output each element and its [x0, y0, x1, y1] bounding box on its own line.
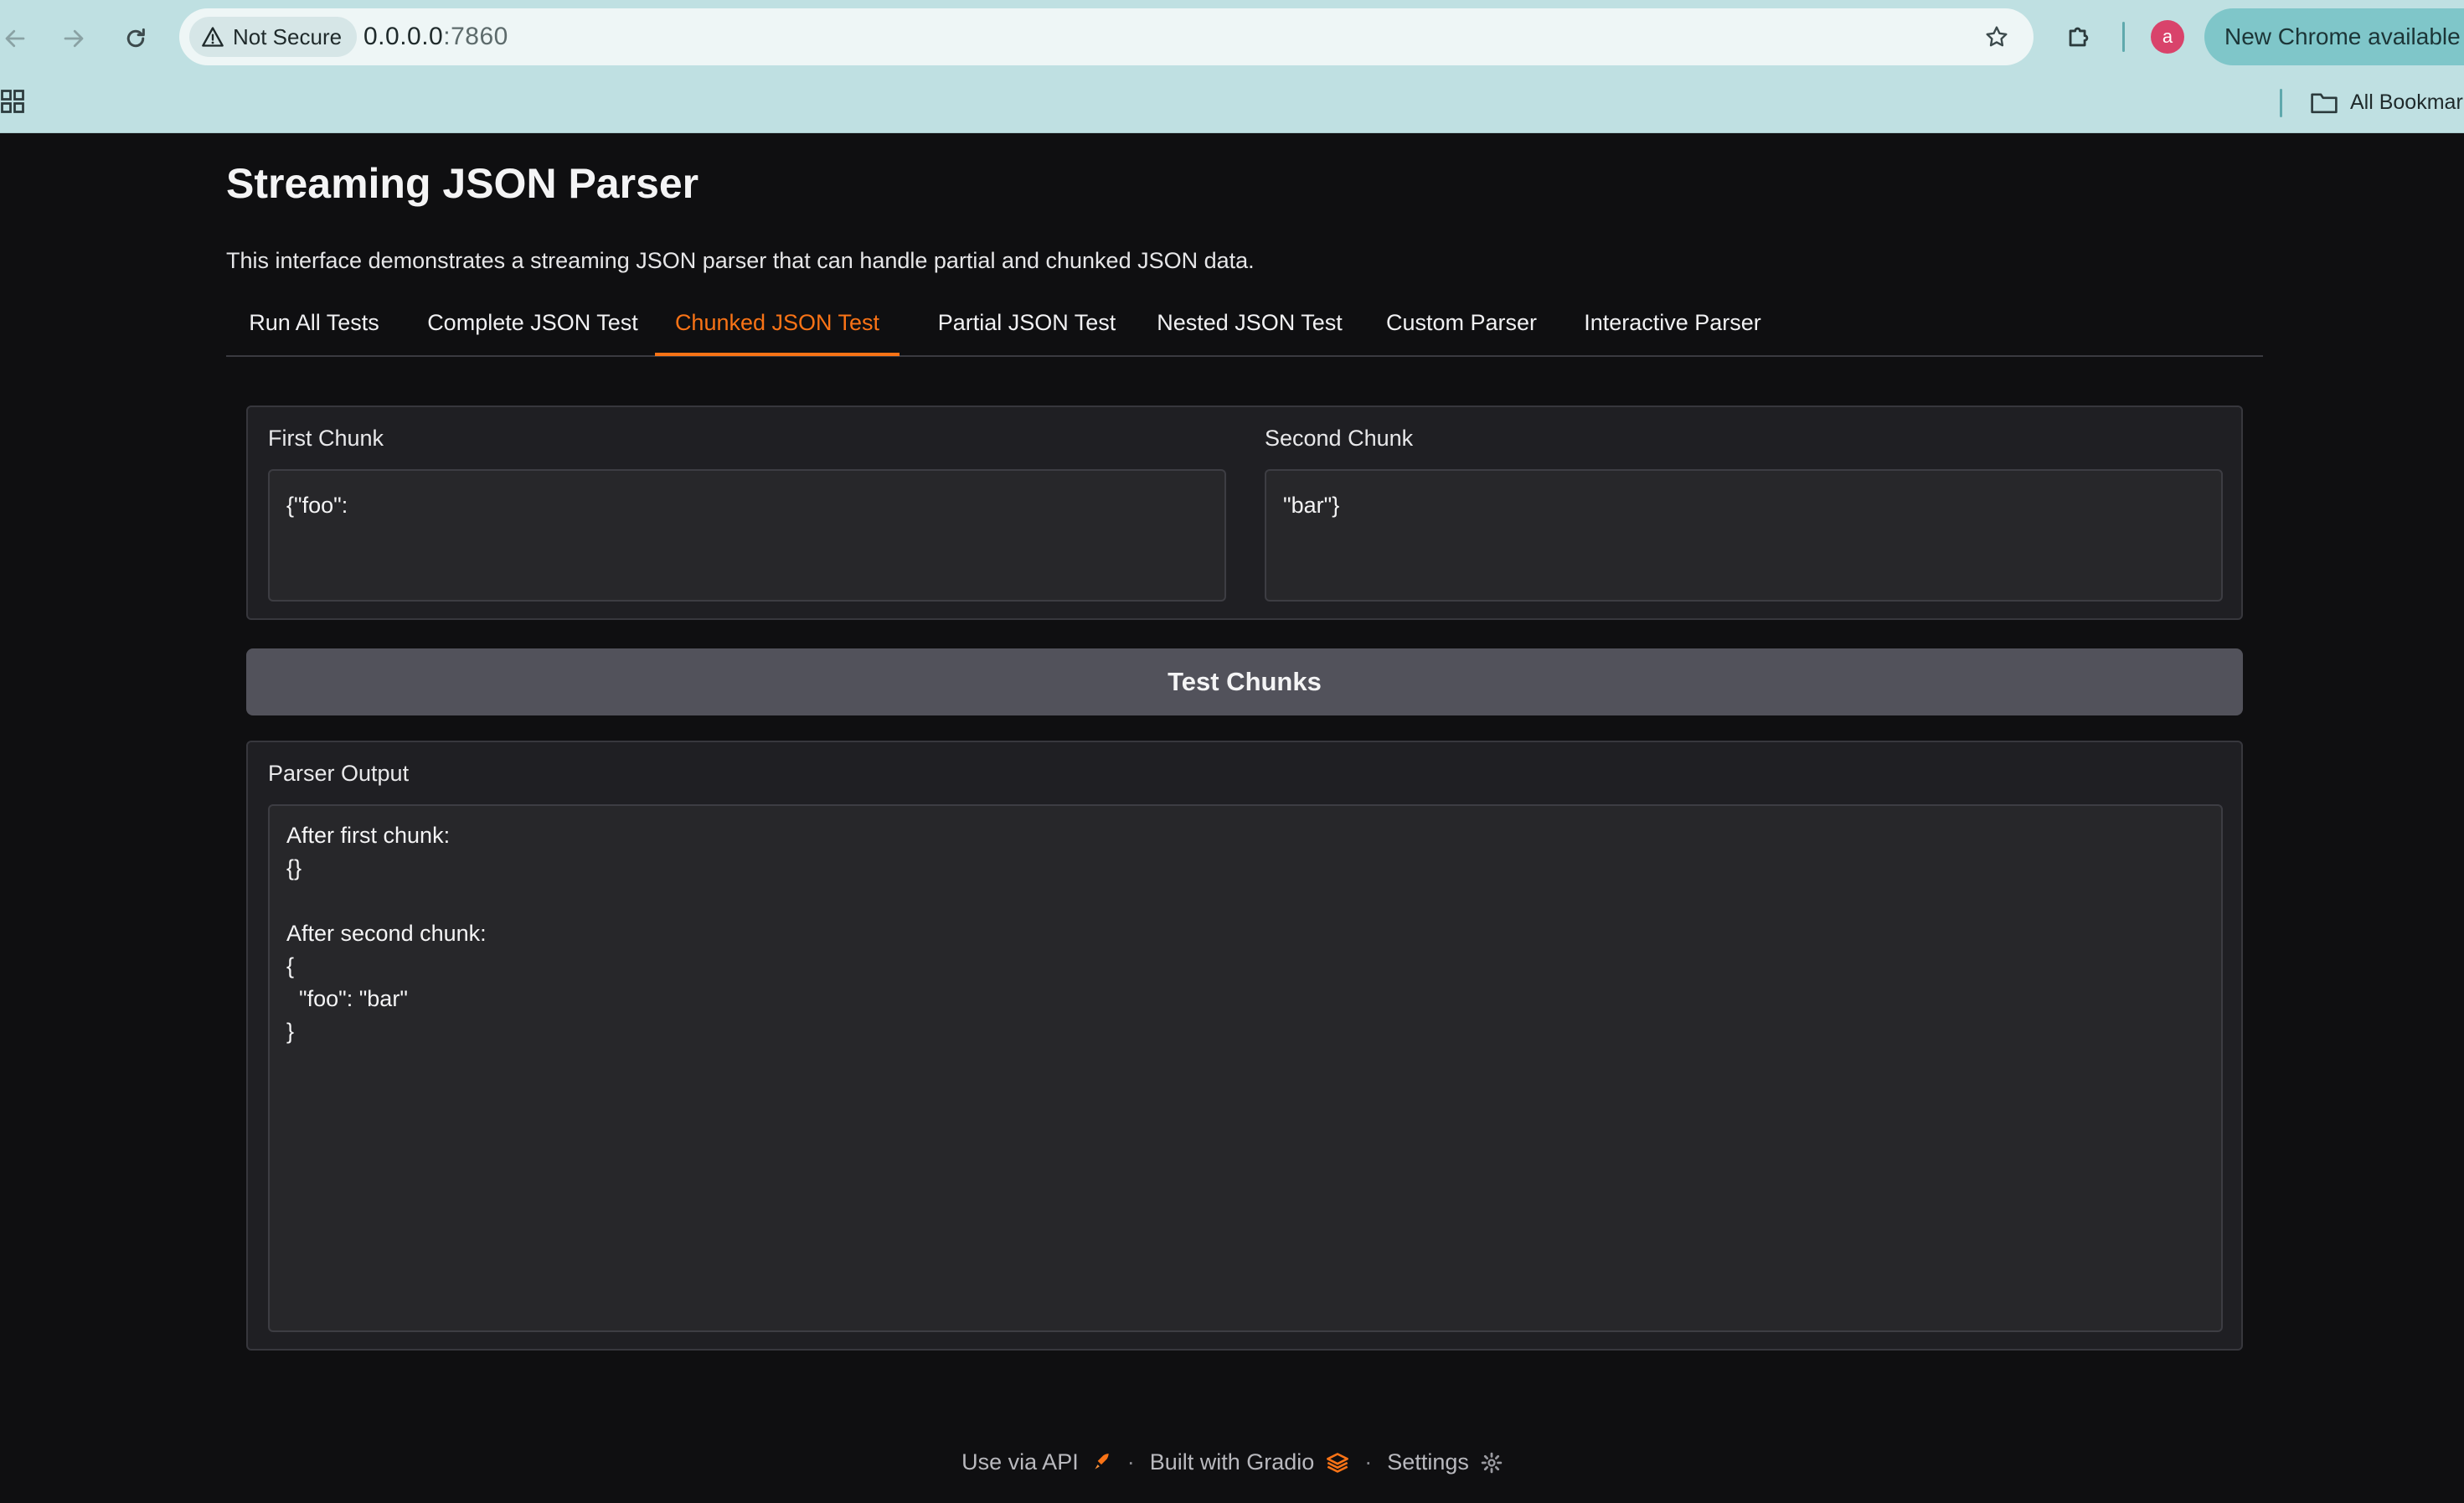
gear-icon [1481, 1452, 1503, 1473]
all-bookmarks-label: All Bookmarks [2350, 90, 2464, 114]
footer: Use via API · Built with Gradio · Settin… [0, 1449, 2464, 1475]
settings-label: Settings [1387, 1449, 1469, 1475]
back-button[interactable] [0, 17, 37, 60]
second-chunk-label: Second Chunk [1265, 426, 1414, 451]
parser-output-label: Parser Output [268, 761, 410, 786]
footer-separator: · [1364, 1449, 1373, 1475]
built-with-gradio-link[interactable]: Built with Gradio [1150, 1449, 1350, 1475]
tab-interactive-parser[interactable]: Interactive Parser [1563, 300, 1782, 355]
arrow-left-icon [5, 29, 25, 48]
page-description: This interface demonstrates a streaming … [226, 248, 1255, 273]
folder-icon [2311, 93, 2338, 114]
gradio-logo-icon [1327, 1452, 1349, 1473]
all-bookmarks-button[interactable]: All Bookmarks [2310, 85, 2464, 119]
use-via-api-link[interactable]: Use via API [961, 1449, 1112, 1475]
url-port: :7860 [443, 23, 508, 50]
second-chunk-input[interactable]: "bar"} [1265, 469, 2223, 602]
security-chip[interactable]: Not Secure [189, 17, 358, 57]
reload-button[interactable] [114, 17, 157, 60]
star-icon [1986, 26, 2008, 47]
tab-nested-json-test[interactable]: Nested JSON Test [1144, 300, 1355, 355]
warning-icon [202, 27, 224, 47]
apps-grid-icon[interactable] [0, 89, 25, 114]
parser-output-textarea[interactable]: After first chunk: {} After second chunk… [268, 804, 2223, 1332]
tab-partial-json-test[interactable]: Partial JSON Test [921, 300, 1132, 355]
arrow-right-icon [64, 29, 84, 48]
use-via-api-label: Use via API [961, 1449, 1079, 1475]
first-chunk-input[interactable]: {"foo": [268, 469, 1226, 602]
toolbar-divider [2122, 22, 2125, 52]
bookmark-star-button[interactable] [1980, 20, 2013, 54]
browser-chrome: Not Secure 0.0.0.0:7860 a New Chrome ava… [0, 0, 2464, 133]
tab-chunked-json-test[interactable]: Chunked JSON Test [655, 300, 900, 356]
puzzle-icon [2069, 27, 2089, 47]
tab-run-all-tests[interactable]: Run All Tests [240, 300, 389, 355]
chunk-inputs-panel: First Chunk {"foo": Second Chunk "bar"} [246, 405, 2243, 620]
security-label: Not Secure [233, 23, 343, 49]
rocket-icon [1095, 1453, 1109, 1469]
bookmarks-divider [2280, 89, 2282, 117]
url-host: 0.0.0.0 [363, 23, 444, 50]
tab-custom-parser[interactable]: Custom Parser [1363, 300, 1559, 355]
url-text[interactable]: 0.0.0.0:7860 [363, 8, 508, 65]
built-with-gradio-label: Built with Gradio [1149, 1449, 1315, 1475]
tab-bar: Run All Tests Complete JSON Test Chunked… [226, 300, 2263, 357]
address-bar[interactable]: Not Secure 0.0.0.0:7860 [179, 8, 2034, 65]
chrome-update-button[interactable]: New Chrome available [2204, 8, 2464, 65]
profile-avatar[interactable]: a [2151, 20, 2184, 54]
footer-separator: · [1126, 1449, 1135, 1475]
test-chunks-button[interactable]: Test Chunks [246, 648, 2243, 715]
extensions-button[interactable] [2059, 17, 2099, 57]
page-title: Streaming JSON Parser [226, 160, 699, 207]
forward-button[interactable] [52, 17, 95, 60]
first-chunk-label: First Chunk [268, 426, 384, 451]
reload-icon [126, 28, 145, 48]
parser-output-panel: Parser Output After first chunk: {} Afte… [246, 741, 2243, 1351]
settings-link[interactable]: Settings [1387, 1449, 1503, 1475]
tab-complete-json-test[interactable]: Complete JSON Test [415, 300, 650, 355]
